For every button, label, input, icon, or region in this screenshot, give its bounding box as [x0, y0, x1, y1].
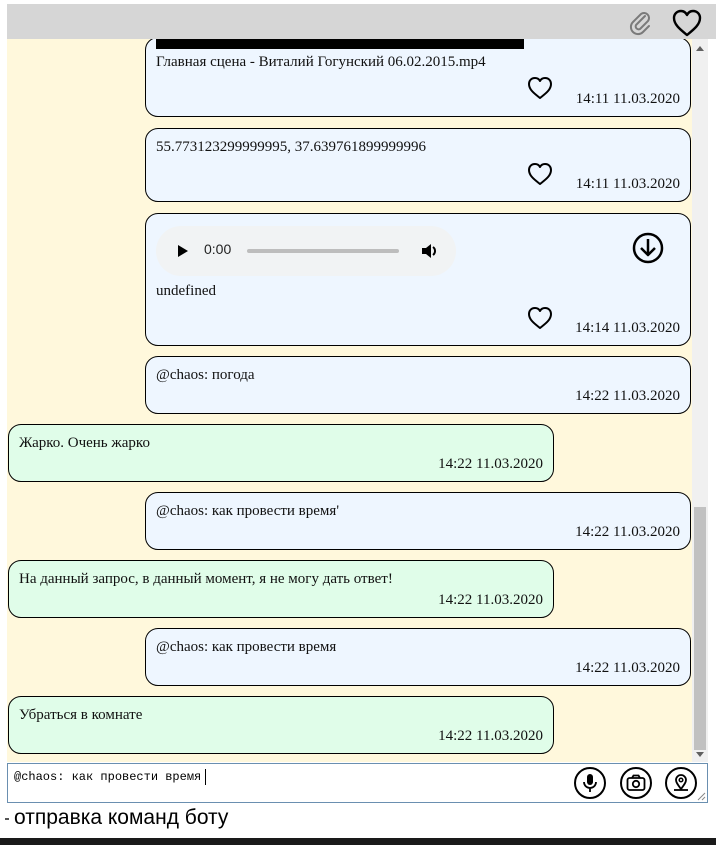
- message-time: 14:22 11.03.2020: [575, 660, 680, 676]
- text-caret: [205, 769, 206, 785]
- play-icon[interactable]: [178, 245, 188, 257]
- message-bubble: @chaos: как провести время' 14:22 11.03.…: [145, 492, 691, 550]
- message-text: На данный запрос, в данный момент, я не …: [19, 571, 393, 587]
- volume-icon[interactable]: [420, 241, 440, 261]
- message-time: 14:22 11.03.2020: [438, 592, 543, 608]
- message-time: 14:11 11.03.2020: [575, 91, 680, 107]
- download-icon[interactable]: [632, 232, 664, 264]
- location-button[interactable]: [665, 767, 697, 799]
- location-coordinates[interactable]: 55.773123299999995, 37.639761899999996: [156, 139, 426, 156]
- location-pin-icon: [674, 774, 688, 791]
- message-text: Убраться в комнате: [19, 707, 143, 723]
- resize-grip-icon[interactable]: [696, 791, 706, 801]
- message-time: 14:14 11.03.2020: [575, 320, 680, 336]
- chat-messages: Главная сцена - Виталий Гогунский 06.02.…: [7, 39, 692, 762]
- audio-time: 0:00: [204, 241, 232, 257]
- message-bubble: Убраться в комнате 14:22 11.03.2020: [8, 696, 554, 754]
- message-time: 14:22 11.03.2020: [575, 524, 680, 540]
- message-input[interactable]: @chaos: как провести время: [14, 770, 201, 784]
- scroll-up-icon[interactable]: [692, 43, 708, 53]
- message-bubble: Жарко. Очень жарко 14:22 11.03.2020: [8, 424, 554, 482]
- message-time: 14:22 11.03.2020: [438, 728, 543, 744]
- video-player[interactable]: [156, 39, 524, 49]
- heart-icon[interactable]: [527, 162, 553, 186]
- message-time: 14:22 11.03.2020: [438, 456, 543, 472]
- message-bubble: На данный запрос, в данный момент, я не …: [8, 560, 554, 618]
- scroll-down-icon[interactable]: [692, 750, 708, 760]
- message-text: @chaos: как провести время': [156, 503, 340, 519]
- message-time: 14:11 11.03.2020: [575, 176, 680, 192]
- message-bubble-video: Главная сцена - Виталий Гогунский 06.02.…: [145, 39, 691, 117]
- microphone-button[interactable]: [574, 767, 606, 799]
- message-composer: @chaos: как провести время: [7, 763, 708, 803]
- bottom-border: [0, 838, 716, 845]
- message-text: @chaos: как провести время: [156, 639, 337, 655]
- heart-icon[interactable]: [671, 8, 703, 38]
- message-text: Жарко. Очень жарко: [19, 435, 150, 451]
- audio-progress-slider[interactable]: [247, 249, 399, 253]
- heart-icon[interactable]: [527, 76, 553, 100]
- message-bubble-location: 55.773123299999995, 37.639761899999996 1…: [145, 128, 691, 202]
- message-bubble: @chaos: погода 14:22 11.03.2020: [145, 356, 691, 414]
- video-filename: Главная сцена - Виталий Гогунский 06.02.…: [156, 54, 486, 70]
- audio-caption: undefined: [156, 283, 216, 299]
- top-toolbar: [7, 4, 716, 39]
- microphone-icon: [583, 774, 597, 792]
- heart-icon[interactable]: [527, 306, 553, 330]
- message-text: @chaos: погода: [156, 367, 255, 383]
- message-time: 14:22 11.03.2020: [575, 388, 680, 404]
- message-bubble-audio: 0:00 undefined 14:14 11.03.2020: [145, 213, 691, 346]
- scroll-thumb[interactable]: [694, 507, 706, 750]
- footer-label: отправка команд боту: [14, 806, 229, 829]
- chat-scrollbar[interactable]: [692, 39, 708, 762]
- paperclip-icon[interactable]: [628, 10, 654, 36]
- footer-marker: [5, 818, 9, 820]
- message-bubble: @chaos: как провести время 14:22 11.03.2…: [145, 628, 691, 686]
- camera-icon: [626, 774, 646, 791]
- audio-player: 0:00: [156, 226, 456, 276]
- camera-button[interactable]: [620, 767, 652, 799]
